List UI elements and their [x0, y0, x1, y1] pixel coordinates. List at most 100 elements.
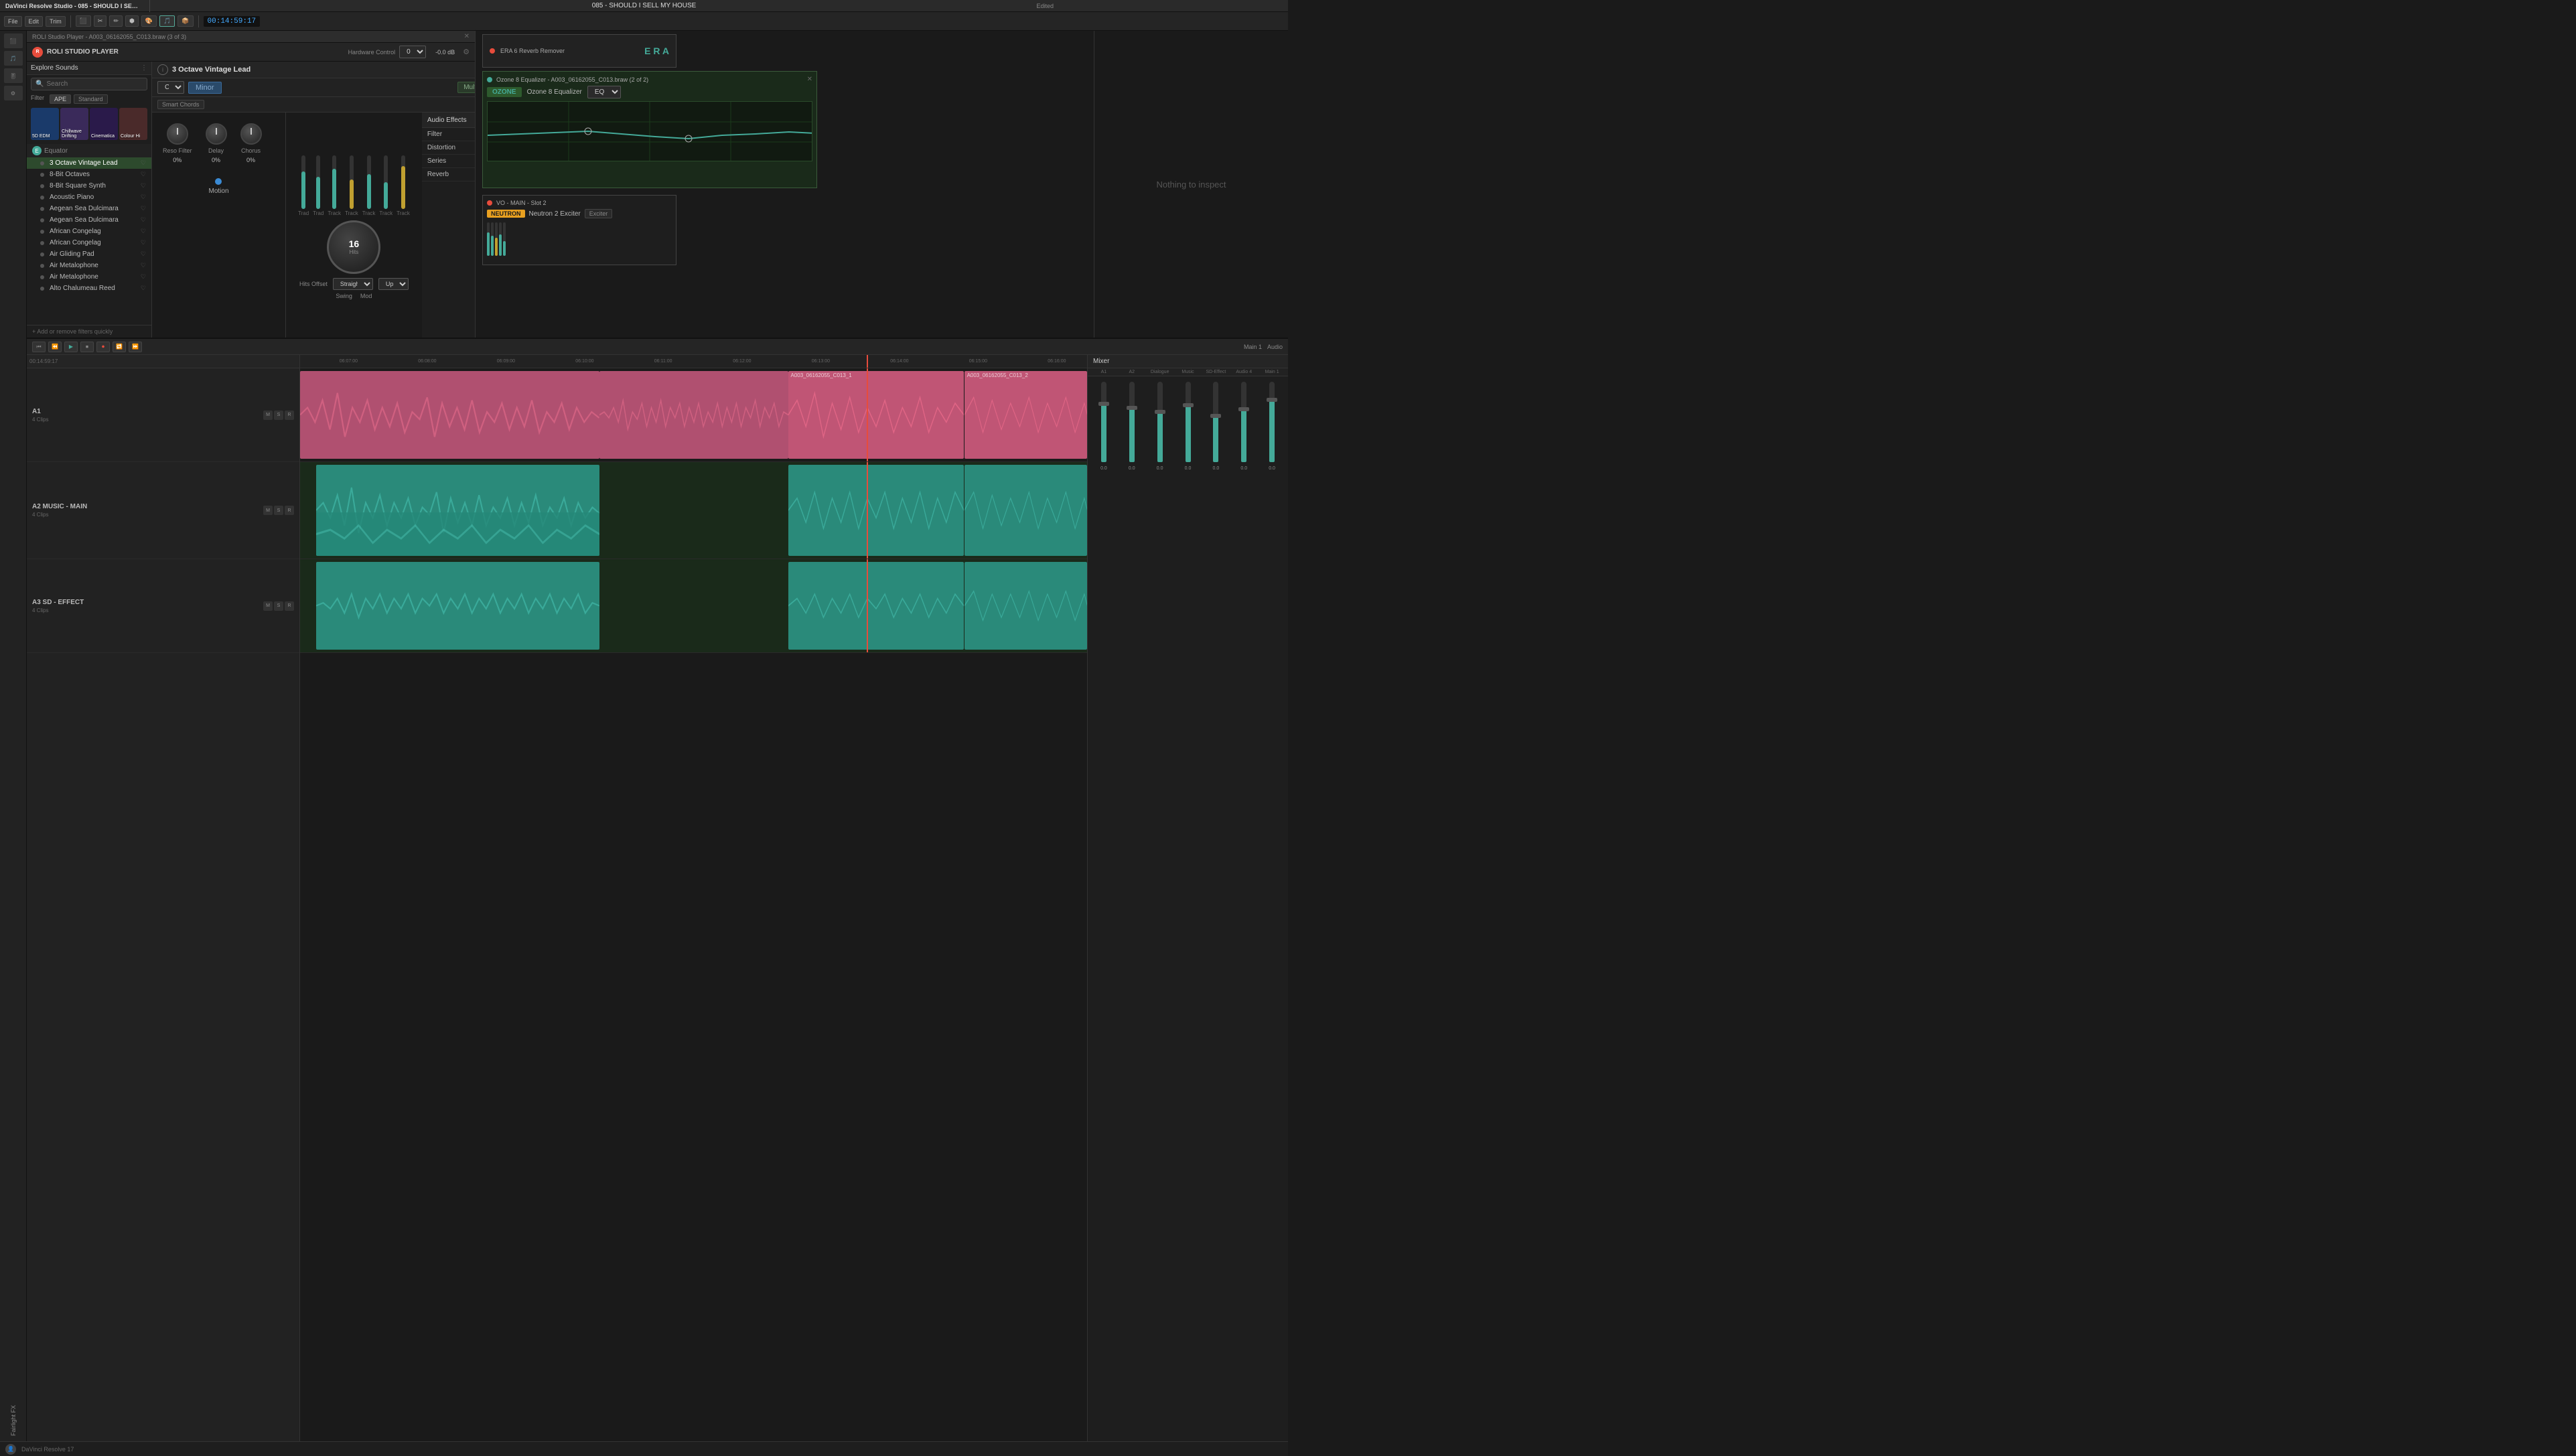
color-btn[interactable]: 🎨 [141, 15, 157, 27]
preset-thumb-3[interactable]: Cinematica [90, 108, 118, 140]
sound-item-8bit-sq[interactable]: 8-Bit Square Synth ♡ [27, 180, 151, 192]
fader-track-a4[interactable] [1241, 382, 1246, 462]
loop-btn[interactable]: 🔁 [113, 342, 126, 352]
fader-track-1[interactable] [301, 155, 305, 209]
clip-a2-2a[interactable] [788, 465, 964, 556]
clip-a1-1[interactable] [300, 371, 599, 459]
filter-ape-btn[interactable]: APE [50, 94, 71, 104]
clip-a1-3b[interactable]: A003_06162055_C013_2 [964, 371, 1087, 459]
preset-thumb-4[interactable]: Colour Hi [119, 108, 147, 140]
ozone-close-icon[interactable]: ✕ [807, 76, 812, 83]
play-btn[interactable]: ▶ [64, 342, 78, 352]
sound-item-african2[interactable]: African Congelag ♡ [27, 237, 151, 248]
sound-item-aegean2[interactable]: Aegean Sea Dulcimara ♡ [27, 214, 151, 226]
media-btn[interactable]: ⬛ [76, 15, 91, 27]
series-effect[interactable]: Series Fragments Hold [422, 155, 475, 168]
edit-btn[interactable]: ✏ [109, 15, 123, 27]
reso-filter-knob[interactable] [167, 123, 188, 145]
track-a2-mute[interactable]: M [263, 506, 273, 515]
fader-track-music[interactable] [1186, 382, 1191, 462]
key-selector[interactable]: C [157, 81, 184, 94]
fader-track-a1[interactable] [1101, 382, 1106, 462]
fusion-btn[interactable]: ⬢ [125, 15, 139, 27]
fader-track-dial[interactable] [1157, 382, 1163, 462]
filter-effect[interactable]: Filter Low and High Hold [422, 128, 475, 141]
roli-settings-icon[interactable]: ⚙ [463, 48, 470, 56]
fader-handle-a1[interactable] [1098, 402, 1109, 406]
fairlight-fx-label[interactable]: Fairlight FX [7, 1402, 19, 1439]
track-a1-solo[interactable]: S [274, 411, 283, 420]
fader-track-main[interactable] [1269, 382, 1275, 462]
sound-item-air-metal1[interactable]: Air Metalophone ♡ [27, 260, 151, 271]
sound-item-8bit-oct[interactable]: 8-Bit Octaves ♡ [27, 169, 151, 180]
fader-handle-sd[interactable] [1210, 414, 1221, 418]
prev-btn[interactable]: ⏪ [48, 342, 62, 352]
fader-track-sd[interactable] [1213, 382, 1218, 462]
fader-track-7[interactable] [401, 155, 405, 209]
filter-quick-add[interactable]: + Add or remove filters quickly [27, 325, 151, 338]
sound-item-african1[interactable]: African Congelag ♡ [27, 226, 151, 237]
fader-track-4[interactable] [350, 155, 354, 209]
track-a2-record[interactable]: R [285, 506, 294, 515]
sound-item-alto[interactable]: Alto Chalumeau Reed ♡ [27, 283, 151, 294]
cut-btn[interactable]: ✂ [94, 15, 107, 27]
sidebar-icon-2[interactable]: 🎵 [4, 51, 23, 66]
sound-item-acoustic[interactable]: Acoustic Piano ♡ [27, 192, 151, 203]
next-btn[interactable]: ⏩ [129, 342, 142, 352]
up-select[interactable]: Up [378, 278, 409, 290]
heart-10[interactable]: ♡ [141, 262, 146, 269]
arp-title[interactable]: Multi-Layer Arpeggiator [457, 82, 475, 93]
clip-a3-2a[interactable] [788, 562, 964, 650]
sidebar-icon-1[interactable]: ⬛ [4, 33, 23, 48]
heart-3[interactable]: ♡ [141, 182, 146, 190]
clip-a3-2b[interactable] [964, 562, 1087, 650]
sound-item-vintage-lead[interactable]: 3 Octave Vintage Lead ♡ [27, 157, 151, 169]
exciter-btn[interactable]: Exciter [585, 209, 613, 218]
synth-info-icon[interactable]: i [157, 64, 168, 75]
heart-4[interactable]: ♡ [141, 194, 146, 201]
menu-app[interactable]: DaVinci Resolve Studio - 085 - SHOULD I … [5, 3, 139, 9]
heart-8[interactable]: ♡ [141, 239, 146, 246]
file-menu[interactable]: File [4, 16, 22, 27]
preset-thumb-2[interactable]: Chillwave Drifting [60, 108, 88, 140]
sound-item-air-glide[interactable]: Air Gliding Pad ♡ [27, 248, 151, 260]
fader-handle-music[interactable] [1183, 403, 1194, 407]
edit-menu[interactable]: Edit [25, 16, 44, 27]
straight-select[interactable]: Straight [333, 278, 373, 290]
track-a3-record[interactable]: R [285, 601, 294, 611]
sound-item-air-metal2[interactable]: Air Metalophone ♡ [27, 271, 151, 283]
clip-a2-sub1[interactable] [316, 512, 599, 556]
clip-a1-3a[interactable]: A003_06162055_C013_1 [788, 371, 964, 459]
track-a1-mute[interactable]: M [263, 411, 273, 420]
search-input[interactable] [46, 80, 143, 88]
distortion-effect[interactable]: Distortion Soft Hold [422, 141, 475, 155]
fader-track-3[interactable] [332, 155, 336, 209]
fader-handle-a2[interactable] [1127, 406, 1137, 410]
reverb-effect[interactable]: Reverb Intrinsic Hold [422, 168, 475, 181]
fader-track-5[interactable] [367, 155, 371, 209]
sidebar-icon-4[interactable]: ⚙ [4, 86, 23, 100]
hardware-control-select[interactable]: 0 [399, 46, 426, 58]
track-a3-solo[interactable]: S [274, 601, 283, 611]
sound-item-aegean1[interactable]: Aegean Sea Dulcimara ♡ [27, 203, 151, 214]
preset-thumb-1[interactable]: 5D EDM [31, 108, 59, 140]
scale-selector[interactable]: Minor [188, 82, 222, 94]
clip-a2-2b[interactable] [964, 465, 1087, 556]
heart-1[interactable]: ♡ [141, 159, 146, 167]
filter-standard-btn[interactable]: Standard [74, 94, 108, 104]
sidebar-icon-3[interactable]: 🎚 [4, 68, 23, 83]
big-knob[interactable]: 16 Hits [327, 220, 380, 274]
heart-7[interactable]: ♡ [141, 228, 146, 235]
skip-start-btn[interactable]: ⏮ [32, 342, 46, 352]
stop-btn[interactable]: ⏹ [80, 342, 94, 352]
smart-chords-btn[interactable]: Smart Chords [157, 100, 204, 109]
heart-9[interactable]: ♡ [141, 250, 146, 258]
ozone-preset-select[interactable]: EQ [587, 86, 621, 98]
delay-knob[interactable] [206, 123, 227, 145]
fader-track-a2[interactable] [1129, 382, 1135, 462]
track-a2-solo[interactable]: S [274, 506, 283, 515]
heart-2[interactable]: ♡ [141, 171, 146, 178]
fader-handle-dial[interactable] [1155, 410, 1165, 414]
fader-track-2[interactable] [316, 155, 320, 209]
fader-handle-a4[interactable] [1238, 407, 1249, 411]
